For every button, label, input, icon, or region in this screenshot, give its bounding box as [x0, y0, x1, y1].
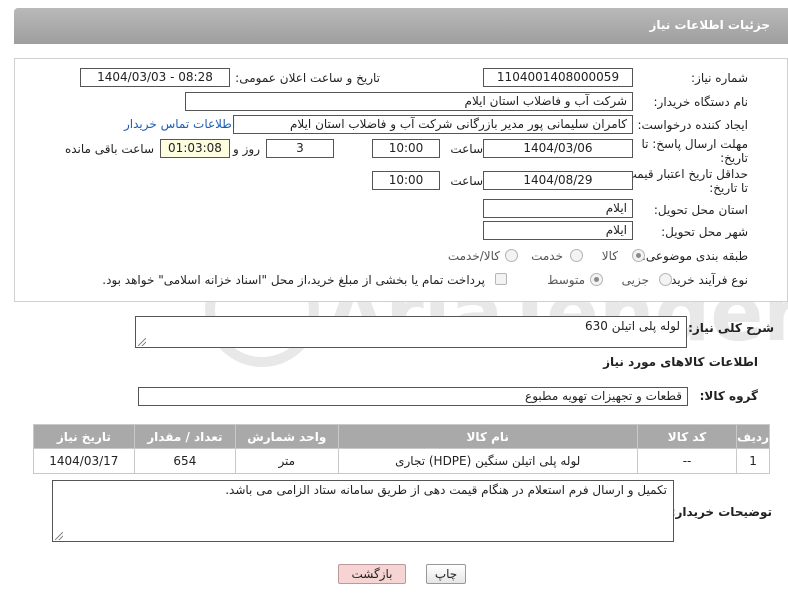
col-header-quantity: تعداد / مقدار: [133, 424, 237, 449]
header-bar: جزئیات اطلاعات نیاز: [14, 8, 788, 44]
col-header-unit: واحد شمارش: [235, 424, 339, 449]
back-button[interactable]: بازگشت: [338, 564, 406, 584]
deadline-label: مهلت ارسال پاسخ: تا: [641, 137, 748, 151]
price-valid-time-field[interactable]: 10:00: [372, 171, 440, 190]
days-remaining-field[interactable]: 3: [266, 139, 334, 158]
days-label: روز و: [233, 142, 260, 156]
price-valid-label-date: تا تاریخ:: [709, 181, 748, 195]
process-radio-medium[interactable]: [590, 273, 603, 286]
resize-handle-icon[interactable]: [138, 338, 146, 346]
remaining-label: ساعت باقی مانده: [64, 142, 154, 156]
goods-group-label: گروه کالا:: [699, 389, 758, 403]
goods-section-title: اطلاعات کالاهای مورد نیاز: [603, 355, 758, 369]
col-header-item-name: نام کالا: [337, 424, 638, 449]
announce-date-field[interactable]: 1404/03/03 - 08:28: [80, 68, 230, 87]
city-field[interactable]: ایلام: [483, 221, 633, 240]
description-label: شرح کلی نیاز:: [688, 321, 774, 335]
province-field[interactable]: ایلام: [483, 199, 633, 218]
deadline-time-label: ساعت: [450, 142, 483, 156]
category-option-goods-service: کالا/خدمت: [447, 249, 500, 263]
table-header-row: ردیف کد کالا نام کالا واحد شمارش تعداد /…: [33, 424, 770, 449]
resize-handle-icon[interactable]: [55, 532, 63, 540]
buyer-org-label: نام دستگاه خریدار:: [653, 95, 749, 109]
buyer-notes-text: تکمیل و ارسال فرم استعلام در هنگام قیمت …: [225, 483, 667, 497]
cell-unit: متر: [235, 448, 339, 474]
goods-table: ردیف کد کالا نام کالا واحد شمارش تعداد /…: [33, 424, 770, 474]
cell-quantity: 654: [133, 448, 237, 474]
cell-item-code: --: [636, 448, 738, 474]
treasury-payment-note: پرداخت تمام یا بخشی از مبلغ خرید،از محل …: [102, 273, 485, 287]
description-field[interactable]: لوله پلی اتیلن 630: [135, 316, 687, 348]
process-radio-minor[interactable]: [659, 273, 672, 286]
process-option-medium: متوسط: [547, 273, 585, 287]
creator-label: ایجاد کننده درخواست:: [637, 118, 748, 132]
category-radio-goods[interactable]: [632, 249, 645, 262]
city-label: شهر محل تحویل:: [661, 225, 748, 239]
goods-group-field[interactable]: قطعات و تجهیزات تهویه مطبوع: [138, 387, 688, 406]
remaining-time-field[interactable]: 01:03:08: [160, 139, 230, 158]
col-header-row-number: ردیف: [736, 424, 770, 449]
col-header-item-code: کد کالا: [636, 424, 738, 449]
page-title: جزئیات اطلاعات نیاز: [649, 18, 770, 32]
page: جزئیات اطلاعات نیاز AriaTender.neT شماره…: [0, 0, 788, 598]
deadline-time-field[interactable]: 10:00: [372, 139, 440, 158]
price-valid-time-label: ساعت: [450, 174, 483, 188]
province-label: استان محل تحویل:: [653, 203, 748, 217]
col-header-need-date: تاریخ نیاز: [33, 424, 135, 449]
process-type-label: نوع فرآیند خرید :: [663, 273, 748, 287]
treasury-payment-checkbox[interactable]: [495, 273, 507, 285]
description-text: لوله پلی اتیلن 630: [584, 319, 680, 333]
category-radio-goods-service[interactable]: [505, 249, 518, 262]
price-valid-date-field[interactable]: 1404/08/29: [483, 171, 633, 190]
cell-item-name: لوله پلی اتیلن سنگین (HDPE) تجاری: [337, 448, 638, 474]
cell-need-date: 1404/03/17: [33, 448, 135, 474]
creator-field[interactable]: کامران سلیمانی پور مدیر بازرگانی شرکت آب…: [233, 115, 633, 134]
announce-date-label: تاریخ و ساعت اعلان عمومی:: [235, 71, 380, 85]
print-button[interactable]: چاپ: [426, 564, 466, 584]
process-option-minor: جزیی: [621, 273, 649, 287]
table-row[interactable]: 1 -- لوله پلی اتیلن سنگین (HDPE) تجاری م…: [33, 448, 770, 474]
need-number-label: شماره نیاز:: [691, 71, 748, 85]
category-label: طبقه بندی موضوعی:: [641, 249, 748, 263]
cell-row-number: 1: [736, 448, 770, 474]
deadline-date-field[interactable]: 1404/03/06: [483, 139, 633, 158]
buyer-contact-link[interactable]: اطلاعات تماس خریدار: [124, 117, 235, 131]
price-valid-label: حداقل تاریخ اعتبار قیمت:: [621, 167, 748, 181]
buyer-notes-field[interactable]: تکمیل و ارسال فرم استعلام در هنگام قیمت …: [52, 480, 674, 542]
buyer-notes-label: توضیحات خریدار:: [670, 505, 772, 519]
buyer-org-field[interactable]: شرکت آب و فاضلاب استان ایلام: [185, 92, 633, 111]
category-option-service: خدمت: [531, 249, 563, 263]
need-number-field[interactable]: 1104001408000059: [483, 68, 633, 87]
deadline-label-date: تاریخ:: [720, 151, 748, 165]
category-option-goods: کالا: [601, 249, 618, 263]
category-radio-service[interactable]: [570, 249, 583, 262]
